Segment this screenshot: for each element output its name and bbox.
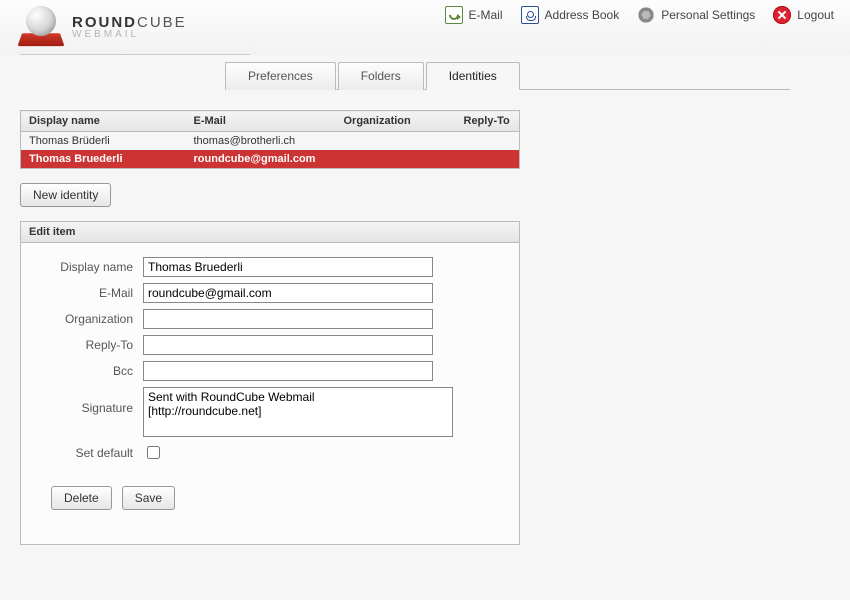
col-email[interactable]: E-Mail: [186, 111, 336, 132]
logo: ROUNDCUBE WEBMAIL: [20, 6, 187, 48]
settings-tabs: Preferences Folders Identities: [225, 61, 790, 90]
brand-line2: WEBMAIL: [72, 30, 187, 40]
nav-email[interactable]: E-Mail: [445, 6, 503, 24]
logo-icon: [20, 6, 62, 48]
new-identity-button[interactable]: New identity: [20, 183, 111, 207]
table-cell: [456, 132, 520, 151]
nav-addressbook[interactable]: Address Book: [521, 6, 620, 24]
table-cell: Thomas Brüderli: [21, 132, 186, 151]
edit-identity-panel: Edit item Display name E-Mail Organizati…: [20, 221, 520, 545]
tab-identities[interactable]: Identities: [426, 62, 520, 90]
table-cell: Thomas Bruederli: [21, 150, 186, 169]
app-header: ROUNDCUBE WEBMAIL E-Mail Address Book Pe…: [0, 0, 850, 55]
addressbook-icon: [521, 6, 539, 24]
table-row[interactable]: Thomas Brüderlithomas@brotherli.ch: [21, 132, 520, 151]
identities-table: Display name E-Mail Organization Reply-T…: [20, 110, 520, 169]
tab-folders[interactable]: Folders: [338, 62, 424, 90]
nav-email-label: E-Mail: [469, 8, 503, 22]
table-cell: [336, 150, 456, 169]
input-display-name[interactable]: [143, 257, 433, 277]
label-reply-to: Reply-To: [33, 338, 143, 352]
label-email: E-Mail: [33, 286, 143, 300]
input-bcc[interactable]: [143, 361, 433, 381]
input-email[interactable]: [143, 283, 433, 303]
logout-icon: [773, 6, 791, 24]
input-reply-to[interactable]: [143, 335, 433, 355]
table-row[interactable]: Thomas Bruederliroundcube@gmail.com: [21, 150, 520, 169]
label-bcc: Bcc: [33, 364, 143, 378]
gear-icon: [637, 6, 655, 24]
delete-button[interactable]: Delete: [51, 486, 112, 510]
input-signature[interactable]: [143, 387, 453, 437]
checkbox-set-default[interactable]: [147, 446, 160, 459]
top-nav: E-Mail Address Book Personal Settings Lo…: [445, 6, 835, 24]
input-organization[interactable]: [143, 309, 433, 329]
nav-settings[interactable]: Personal Settings: [637, 6, 755, 24]
table-cell: roundcube@gmail.com: [186, 150, 336, 169]
col-organization[interactable]: Organization: [336, 111, 456, 132]
col-reply-to[interactable]: Reply-To: [456, 111, 520, 132]
nav-addressbook-label: Address Book: [545, 8, 620, 22]
save-button[interactable]: Save: [122, 486, 175, 510]
tab-preferences[interactable]: Preferences: [225, 62, 336, 90]
brand-line1a: ROUND: [72, 14, 137, 31]
label-display-name: Display name: [33, 260, 143, 274]
nav-settings-label: Personal Settings: [661, 8, 755, 22]
table-cell: thomas@brotherli.ch: [186, 132, 336, 151]
nav-logout-label: Logout: [797, 8, 834, 22]
panel-title: Edit item: [21, 222, 519, 243]
col-display-name[interactable]: Display name: [21, 111, 186, 132]
label-set-default: Set default: [33, 446, 143, 460]
label-organization: Organization: [33, 312, 143, 326]
label-signature: Signature: [33, 387, 143, 415]
table-cell: [456, 150, 520, 169]
mail-icon: [445, 6, 463, 24]
brand-line1b: CUBE: [137, 14, 187, 31]
table-cell: [336, 132, 456, 151]
nav-logout[interactable]: Logout: [773, 6, 834, 24]
